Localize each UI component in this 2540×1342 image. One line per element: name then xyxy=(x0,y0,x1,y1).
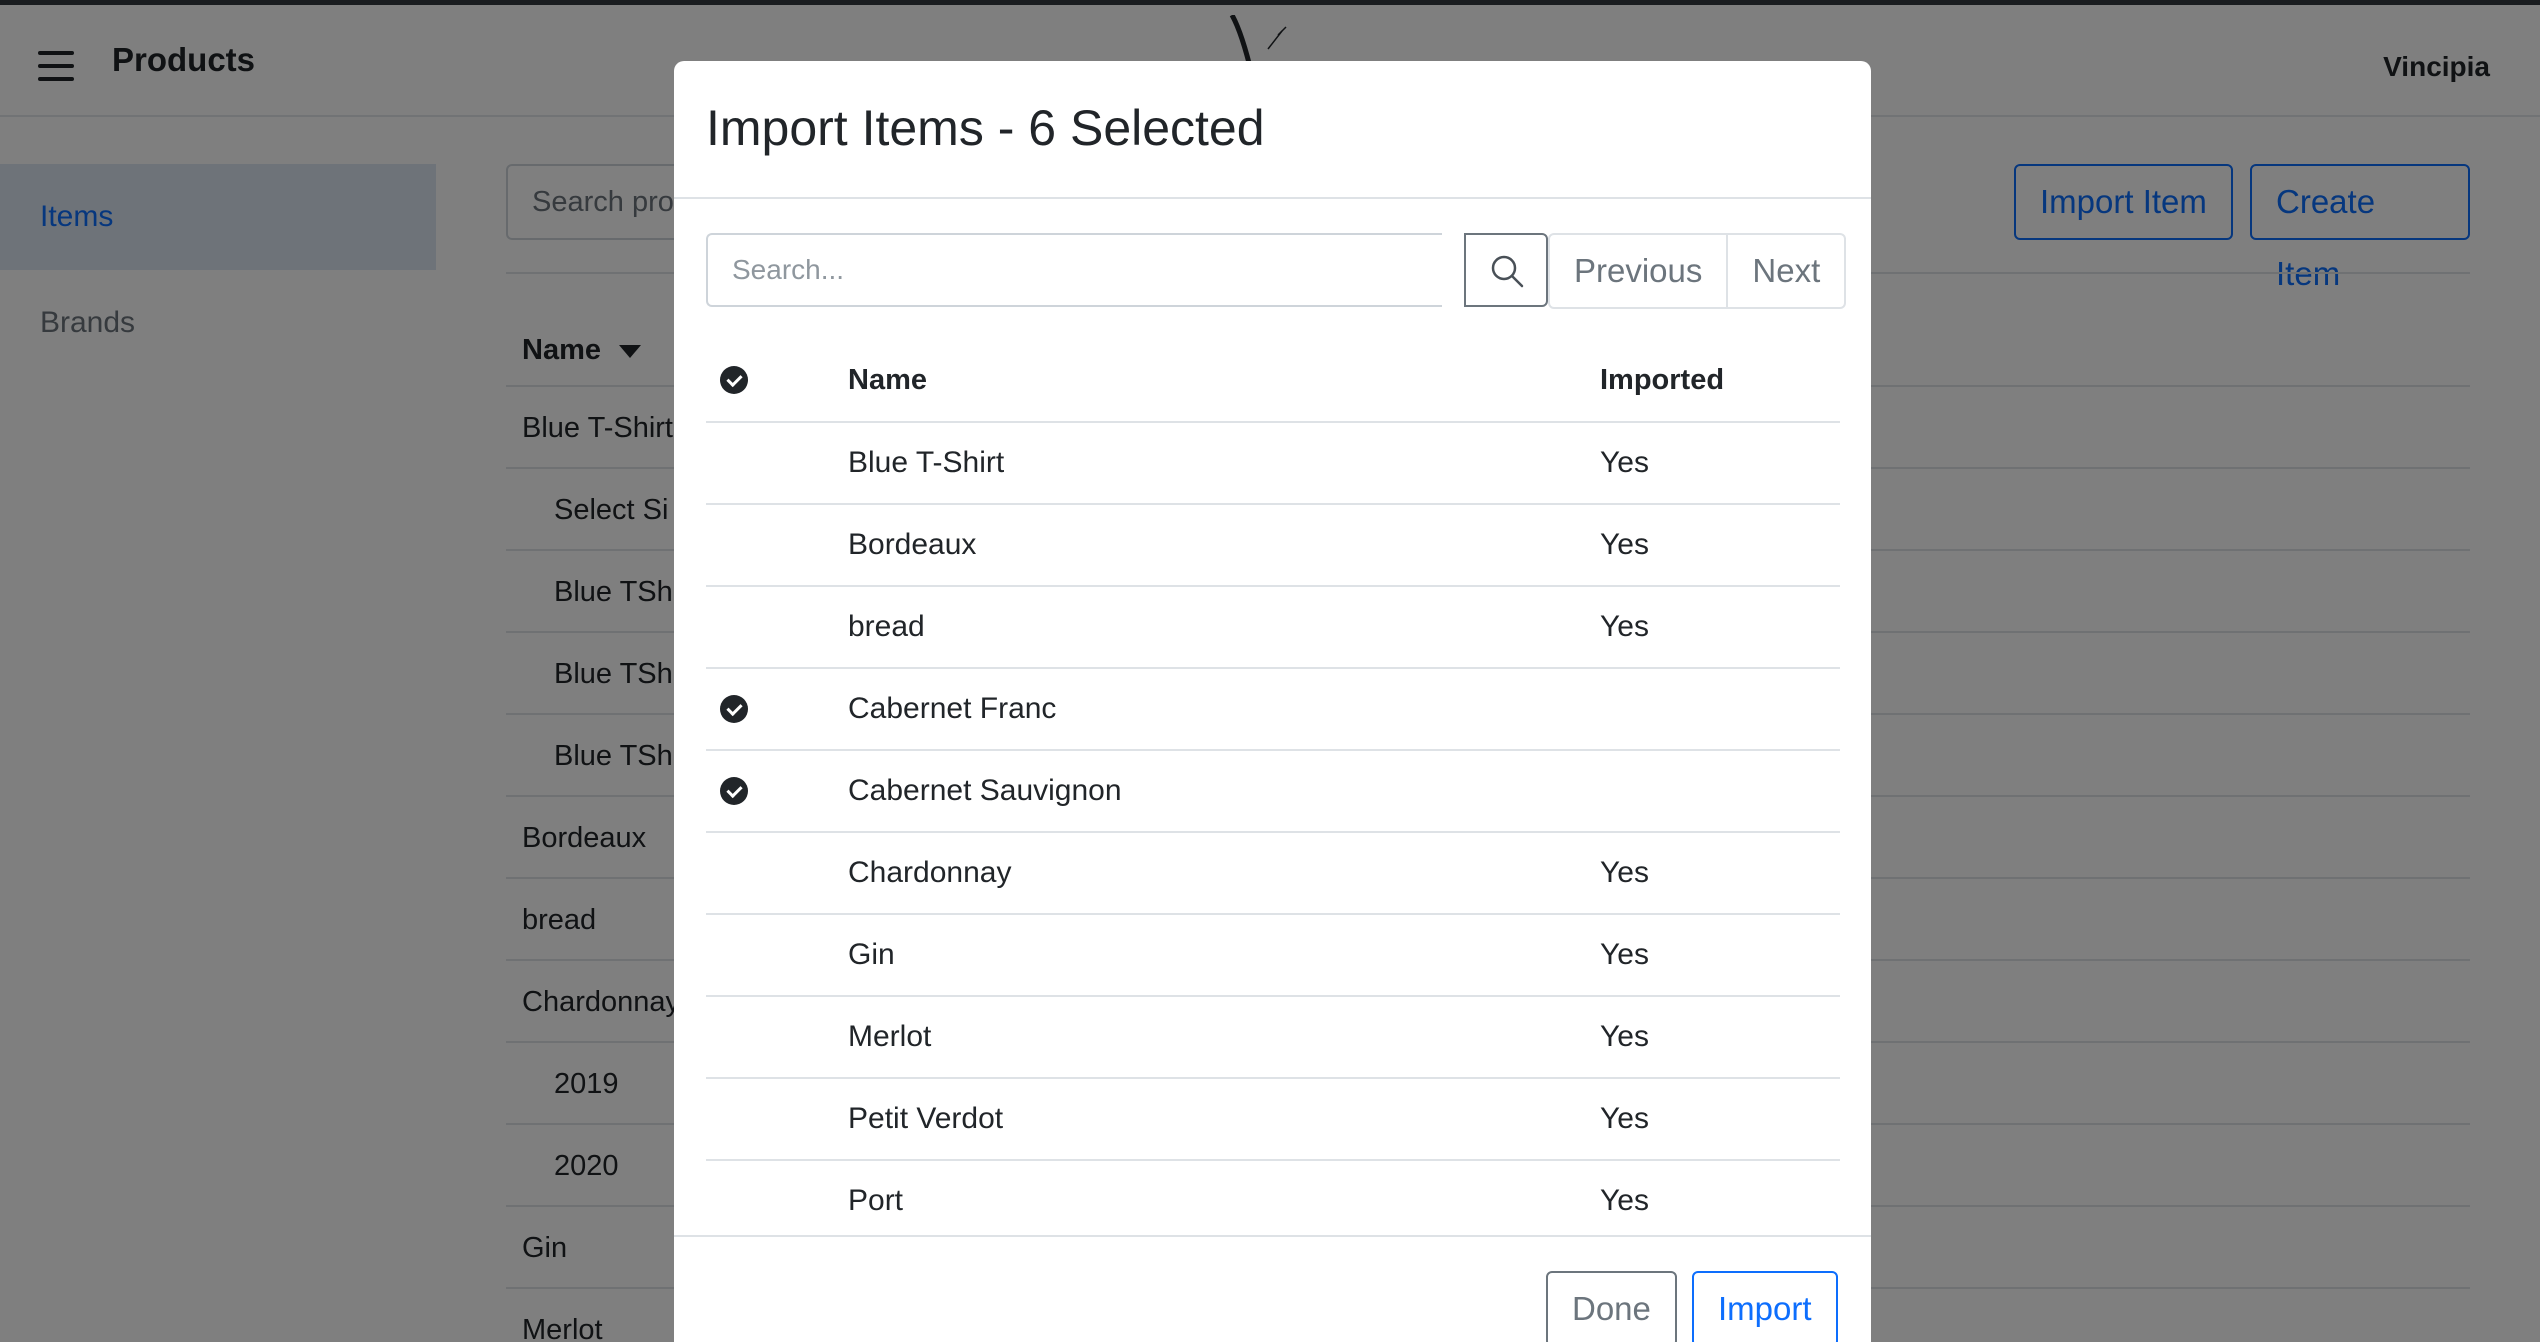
row-checkbox[interactable] xyxy=(720,449,748,477)
modal-body: Search... Previous Next Name Imported Bl… xyxy=(674,199,1871,1235)
table-row[interactable]: Blue T-Shirt Yes xyxy=(706,423,1840,505)
item-name: bread xyxy=(848,610,925,643)
table-row[interactable]: Cabernet Sauvignon xyxy=(706,751,1840,833)
import-items-modal: Import Items - 6 Selected Search... Prev… xyxy=(674,61,1871,1342)
page: Products Vincipia Items Brands Search pr… xyxy=(0,0,2540,1342)
imported-value: Yes xyxy=(1600,1102,1649,1135)
done-button[interactable]: Done xyxy=(1546,1271,1677,1342)
item-name: Bordeaux xyxy=(848,528,977,561)
table-row[interactable]: Port Yes xyxy=(706,1161,1840,1235)
imported-value: Yes xyxy=(1600,446,1649,479)
modal-header: Import Items - 6 Selected xyxy=(674,61,1871,199)
table-row[interactable]: Cabernet Franc xyxy=(706,669,1840,751)
item-name: Port xyxy=(848,1184,904,1217)
item-name: Petit Verdot xyxy=(848,1102,1004,1135)
row-checkbox[interactable] xyxy=(720,1023,748,1051)
item-name: Gin xyxy=(848,938,895,971)
item-name: Merlot xyxy=(848,1020,932,1053)
row-checkbox[interactable] xyxy=(720,531,748,559)
item-name: Cabernet Franc xyxy=(848,692,1057,725)
item-name: Chardonnay xyxy=(848,856,1012,889)
table-row[interactable]: Gin Yes xyxy=(706,915,1840,997)
imported-value: Yes xyxy=(1600,610,1649,643)
imported-column-header: Imported xyxy=(1600,363,1725,396)
row-checkbox[interactable] xyxy=(720,859,748,887)
item-name: Blue T-Shirt xyxy=(848,446,1005,479)
name-column-header: Name xyxy=(848,363,927,396)
row-checkbox[interactable] xyxy=(720,1105,748,1133)
table-row[interactable]: Petit Verdot Yes xyxy=(706,1079,1840,1161)
modal-title: Import Items - 6 Selected xyxy=(706,100,1265,156)
table-row[interactable]: Bordeaux Yes xyxy=(706,505,1840,587)
imported-value: Yes xyxy=(1600,1020,1649,1053)
imported-value: Yes xyxy=(1600,938,1649,971)
imported-value: Yes xyxy=(1600,1184,1649,1217)
row-checkbox-checked[interactable] xyxy=(720,695,748,723)
next-button[interactable]: Next xyxy=(1728,233,1847,309)
select-all-checkbox[interactable] xyxy=(720,366,748,394)
modal-search-input[interactable]: Search... xyxy=(706,233,1442,307)
import-items-table: Name Imported Blue T-Shirt Yes Bordeaux … xyxy=(706,339,1840,1235)
row-checkbox-checked[interactable] xyxy=(720,777,748,805)
pagination: Previous Next xyxy=(1548,233,1847,309)
previous-button[interactable]: Previous xyxy=(1548,233,1729,309)
row-checkbox[interactable] xyxy=(720,1187,748,1215)
item-name: Cabernet Sauvignon xyxy=(848,774,1122,807)
imported-value: Yes xyxy=(1600,528,1649,561)
table-row[interactable]: Chardonnay Yes xyxy=(706,833,1840,915)
search-button[interactable] xyxy=(1464,233,1548,307)
search-icon xyxy=(1491,255,1524,288)
imported-value: Yes xyxy=(1600,856,1649,889)
modal-search-group: Search... xyxy=(706,233,1548,307)
import-button[interactable]: Import xyxy=(1692,1271,1838,1342)
row-checkbox[interactable] xyxy=(720,613,748,641)
table-row[interactable]: Merlot Yes xyxy=(706,997,1840,1079)
table-header: Name Imported xyxy=(706,339,1840,423)
modal-footer: Done Import xyxy=(674,1235,1871,1342)
table-row[interactable]: bread Yes xyxy=(706,587,1840,669)
row-checkbox[interactable] xyxy=(720,941,748,969)
